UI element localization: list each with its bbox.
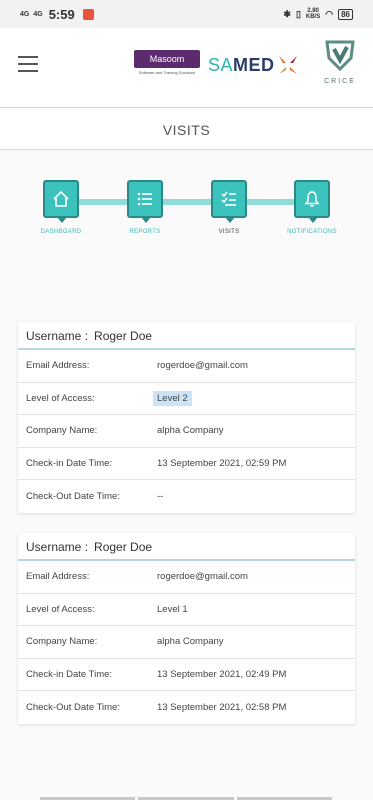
row-label: Email Address: xyxy=(26,571,90,583)
detail-row-email: Email Address: rogerdoe@gmail.com xyxy=(18,561,355,594)
row-label: Check-in Date Time: xyxy=(26,457,113,469)
menu-icon[interactable] xyxy=(18,56,38,72)
row-value: 13 September 2021, 02:49 PM xyxy=(157,668,287,680)
row-label: Level of Access: xyxy=(26,392,95,404)
row-value: alpha Company xyxy=(157,636,224,648)
row-value: rogerdoe@gmail.com xyxy=(157,571,248,583)
username-label: Username : xyxy=(26,540,89,554)
step-reports-box[interactable] xyxy=(127,180,163,223)
speed-unit: KB/S xyxy=(305,14,321,20)
detail-row-checkin: Check-in Date Time: 13 September 2021, 0… xyxy=(18,659,355,691)
step-notifications-label[interactable]: NOTIFICATIONS xyxy=(277,229,347,235)
detail-row-company: Company Name: alpha Company xyxy=(18,626,355,659)
list-icon xyxy=(137,192,152,206)
step-connector xyxy=(62,199,312,205)
status-bar: 4G 4G 5:59 ✱ ▯ 2.80 KB/S ◠ 86 xyxy=(0,0,373,28)
step-navigation: DASHBOARD REPORTS VISITS NOTIFICATIONS xyxy=(0,180,373,250)
page-title-bar: VISITS xyxy=(0,110,373,150)
status-left: 4G 4G 5:59 xyxy=(20,7,94,22)
username-label: Username : xyxy=(26,329,89,343)
step-visits-label[interactable]: VISITS xyxy=(194,229,264,235)
step-dashboard-box[interactable] xyxy=(43,180,79,223)
bell-icon xyxy=(304,191,320,207)
row-label: Company Name: xyxy=(26,636,98,648)
row-value: alpha Company xyxy=(157,425,224,437)
battery-indicator: 86 xyxy=(338,8,353,20)
step-notifications[interactable]: NOTIFICATIONS xyxy=(277,180,347,235)
vpn-icon xyxy=(82,9,94,20)
row-value-selected: Level 2 xyxy=(153,390,192,406)
page-title: VISITS xyxy=(162,122,211,138)
username-value: Roger Doe xyxy=(94,540,153,554)
network-speed: 2.80 KB/S xyxy=(306,8,320,20)
row-label: Check-Out Date Time: xyxy=(26,701,120,713)
detail-row-access: Level of Access: Level 1 xyxy=(18,594,355,626)
step-reports-label[interactable]: REPORTS xyxy=(110,229,180,235)
step-dashboard-label[interactable]: DASHBOARD xyxy=(26,229,96,235)
masoom-logo: Masoom Software and Training Solutions xyxy=(134,50,200,75)
crice-shield-icon xyxy=(325,40,355,72)
crice-label: CRICE xyxy=(324,78,356,85)
checklist-icon xyxy=(221,191,236,206)
row-value: -- xyxy=(157,490,164,502)
row-value: Level 1 xyxy=(157,603,188,615)
bluetooth-icon: ✱ xyxy=(283,8,291,19)
clock: 5:59 xyxy=(48,7,75,22)
home-icon xyxy=(53,190,69,207)
status-right: ✱ ▯ 2.80 KB/S ◠ 86 xyxy=(283,8,353,20)
detail-row-access: Level of Access: Level 2 xyxy=(18,383,355,415)
detail-row-email: Email Address: rogerdoe@gmail.com xyxy=(18,350,355,383)
row-label: Company Name: xyxy=(26,425,98,437)
detail-row-checkout: Check-Out Date Time: 13 September 2021, … xyxy=(18,691,355,724)
step-reports[interactable]: REPORTS xyxy=(110,180,180,235)
crice-logo: CRICE xyxy=(320,38,360,85)
visit-card-header: Username : Roger Doe xyxy=(18,322,355,350)
wifi-icon: ◠ xyxy=(325,8,334,19)
row-value: rogerdoe@gmail.com xyxy=(157,360,248,372)
network-indicator: 4G xyxy=(20,11,30,18)
visit-card: Username : Roger Doe Email Address: roger… xyxy=(18,533,355,724)
visit-card: Username : Roger Doe Email Address: roger… xyxy=(18,322,355,513)
masoom-name: Masoom xyxy=(134,50,200,68)
vibrate-icon: ▯ xyxy=(295,8,301,19)
step-notifications-box[interactable] xyxy=(294,180,330,223)
row-label: Check-in Date Time: xyxy=(26,668,113,680)
network-indicator: 4G xyxy=(33,11,43,18)
detail-row-checkout: Check-Out Date Time: -- xyxy=(18,480,355,513)
detail-row-company: Company Name: alpha Company xyxy=(18,415,355,448)
row-value: 13 September 2021, 02:59 PM xyxy=(157,457,287,469)
masoom-tagline: Software and Training Solutions xyxy=(138,70,196,75)
row-value: 13 September 2021, 02:58 PM xyxy=(157,701,287,713)
row-label: Email Address: xyxy=(26,360,90,372)
samed-med: MED xyxy=(233,54,275,75)
step-dashboard[interactable]: DASHBOARD xyxy=(26,180,96,235)
row-label: Level of Access: xyxy=(26,603,95,615)
samed-logo: SA MED xyxy=(208,54,299,76)
username-value: Roger Doe xyxy=(94,329,153,343)
visit-card-header: Username : Roger Doe xyxy=(18,533,355,561)
detail-row-checkin: Check-in Date Time: 13 September 2021, 0… xyxy=(18,448,355,480)
step-visits[interactable]: VISITS xyxy=(194,180,264,235)
samed-sa: SA xyxy=(208,54,234,75)
row-label: Check-Out Date Time: xyxy=(26,490,120,502)
samed-mark-icon xyxy=(278,56,297,74)
app-header: Masoom Software and Training Solutions S… xyxy=(0,28,373,108)
step-visits-box[interactable] xyxy=(211,180,247,223)
